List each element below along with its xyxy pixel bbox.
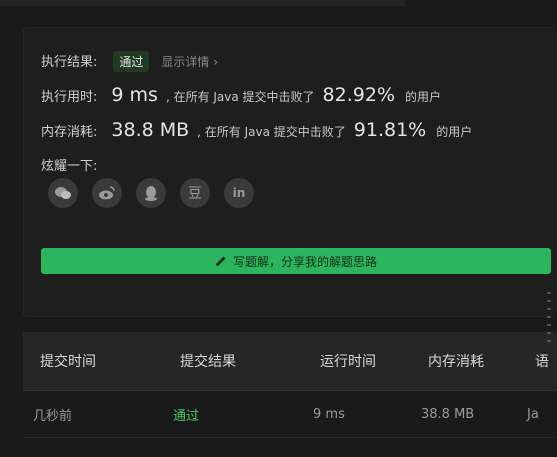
share-icons: 豆 in [48, 178, 254, 208]
show-details-link[interactable]: 显示详情 › [161, 53, 218, 70]
submissions-table: 提交时间 提交结果 运行时间 内存消耗 语 几秒前 通过 9 ms 38.8 M… [23, 332, 557, 438]
runtime-suffix: 的用户 [405, 90, 442, 104]
runtime-percent: 82.92% [322, 84, 395, 106]
row-runtime: 9 ms [313, 406, 345, 422]
table-header: 提交时间 提交结果 运行时间 内存消耗 语 [23, 332, 557, 391]
top-bar [0, 0, 405, 6]
runtime-value: 9 ms [111, 84, 158, 106]
table-row[interactable]: 几秒前 通过 9 ms 38.8 MB Ja [23, 391, 557, 438]
result-panel: 执行结果: 通过 显示详情 › 执行用时: 9 ms , 在所有 Java 提交… [23, 27, 557, 317]
write-solution-button[interactable]: 写题解，分享我的解题思路 [41, 248, 551, 274]
header-memory[interactable]: 内存消耗 [428, 351, 484, 371]
row-memory: 38.8 MB [421, 406, 475, 422]
share-label: 炫耀一下: [41, 159, 98, 174]
linkedin-icon[interactable]: in [224, 178, 254, 208]
memory-beat-text: , 在所有 Java 提交中击败了 [197, 125, 346, 139]
memory-suffix: 的用户 [436, 125, 473, 139]
qq-icon[interactable] [136, 178, 166, 208]
memory-row: 内存消耗: 38.8 MB , 在所有 Java 提交中击败了 91.81% 的… [41, 119, 472, 141]
runtime-beat-text: , 在所有 Java 提交中击败了 [165, 90, 315, 104]
linkedin-glyph: in [232, 186, 246, 200]
runtime-row: 执行用时: 9 ms , 在所有 Java 提交中击败了 82.92% 的用户 [41, 84, 441, 106]
status-badge: 通过 [113, 51, 150, 72]
header-language[interactable]: 语 [535, 351, 549, 371]
weibo-icon[interactable] [92, 178, 122, 208]
result-row: 执行结果: 通过 显示详情 › [41, 51, 218, 72]
header-runtime[interactable]: 运行时间 [320, 351, 376, 371]
result-label: 执行结果: [41, 55, 98, 70]
wechat-icon[interactable] [48, 178, 78, 208]
memory-percent: 91.81% [353, 119, 427, 141]
write-solution-label: 写题解，分享我的解题思路 [232, 254, 377, 269]
memory-label: 内存消耗: [41, 125, 98, 140]
row-result-link[interactable]: 通过 [173, 405, 199, 424]
douban-glyph: 豆 [188, 186, 202, 202]
header-submit-result[interactable]: 提交结果 [180, 351, 236, 371]
pencil-icon [215, 256, 226, 266]
runtime-label: 执行用时: [41, 90, 98, 105]
memory-value: 38.8 MB [111, 119, 190, 141]
resize-handle[interactable] [547, 292, 551, 342]
share-row: 炫耀一下: [41, 155, 97, 174]
douban-icon[interactable]: 豆 [180, 178, 210, 208]
row-language: Ja [527, 406, 539, 422]
row-time: 几秒前 [33, 408, 73, 424]
header-submit-time[interactable]: 提交时间 [40, 351, 96, 371]
